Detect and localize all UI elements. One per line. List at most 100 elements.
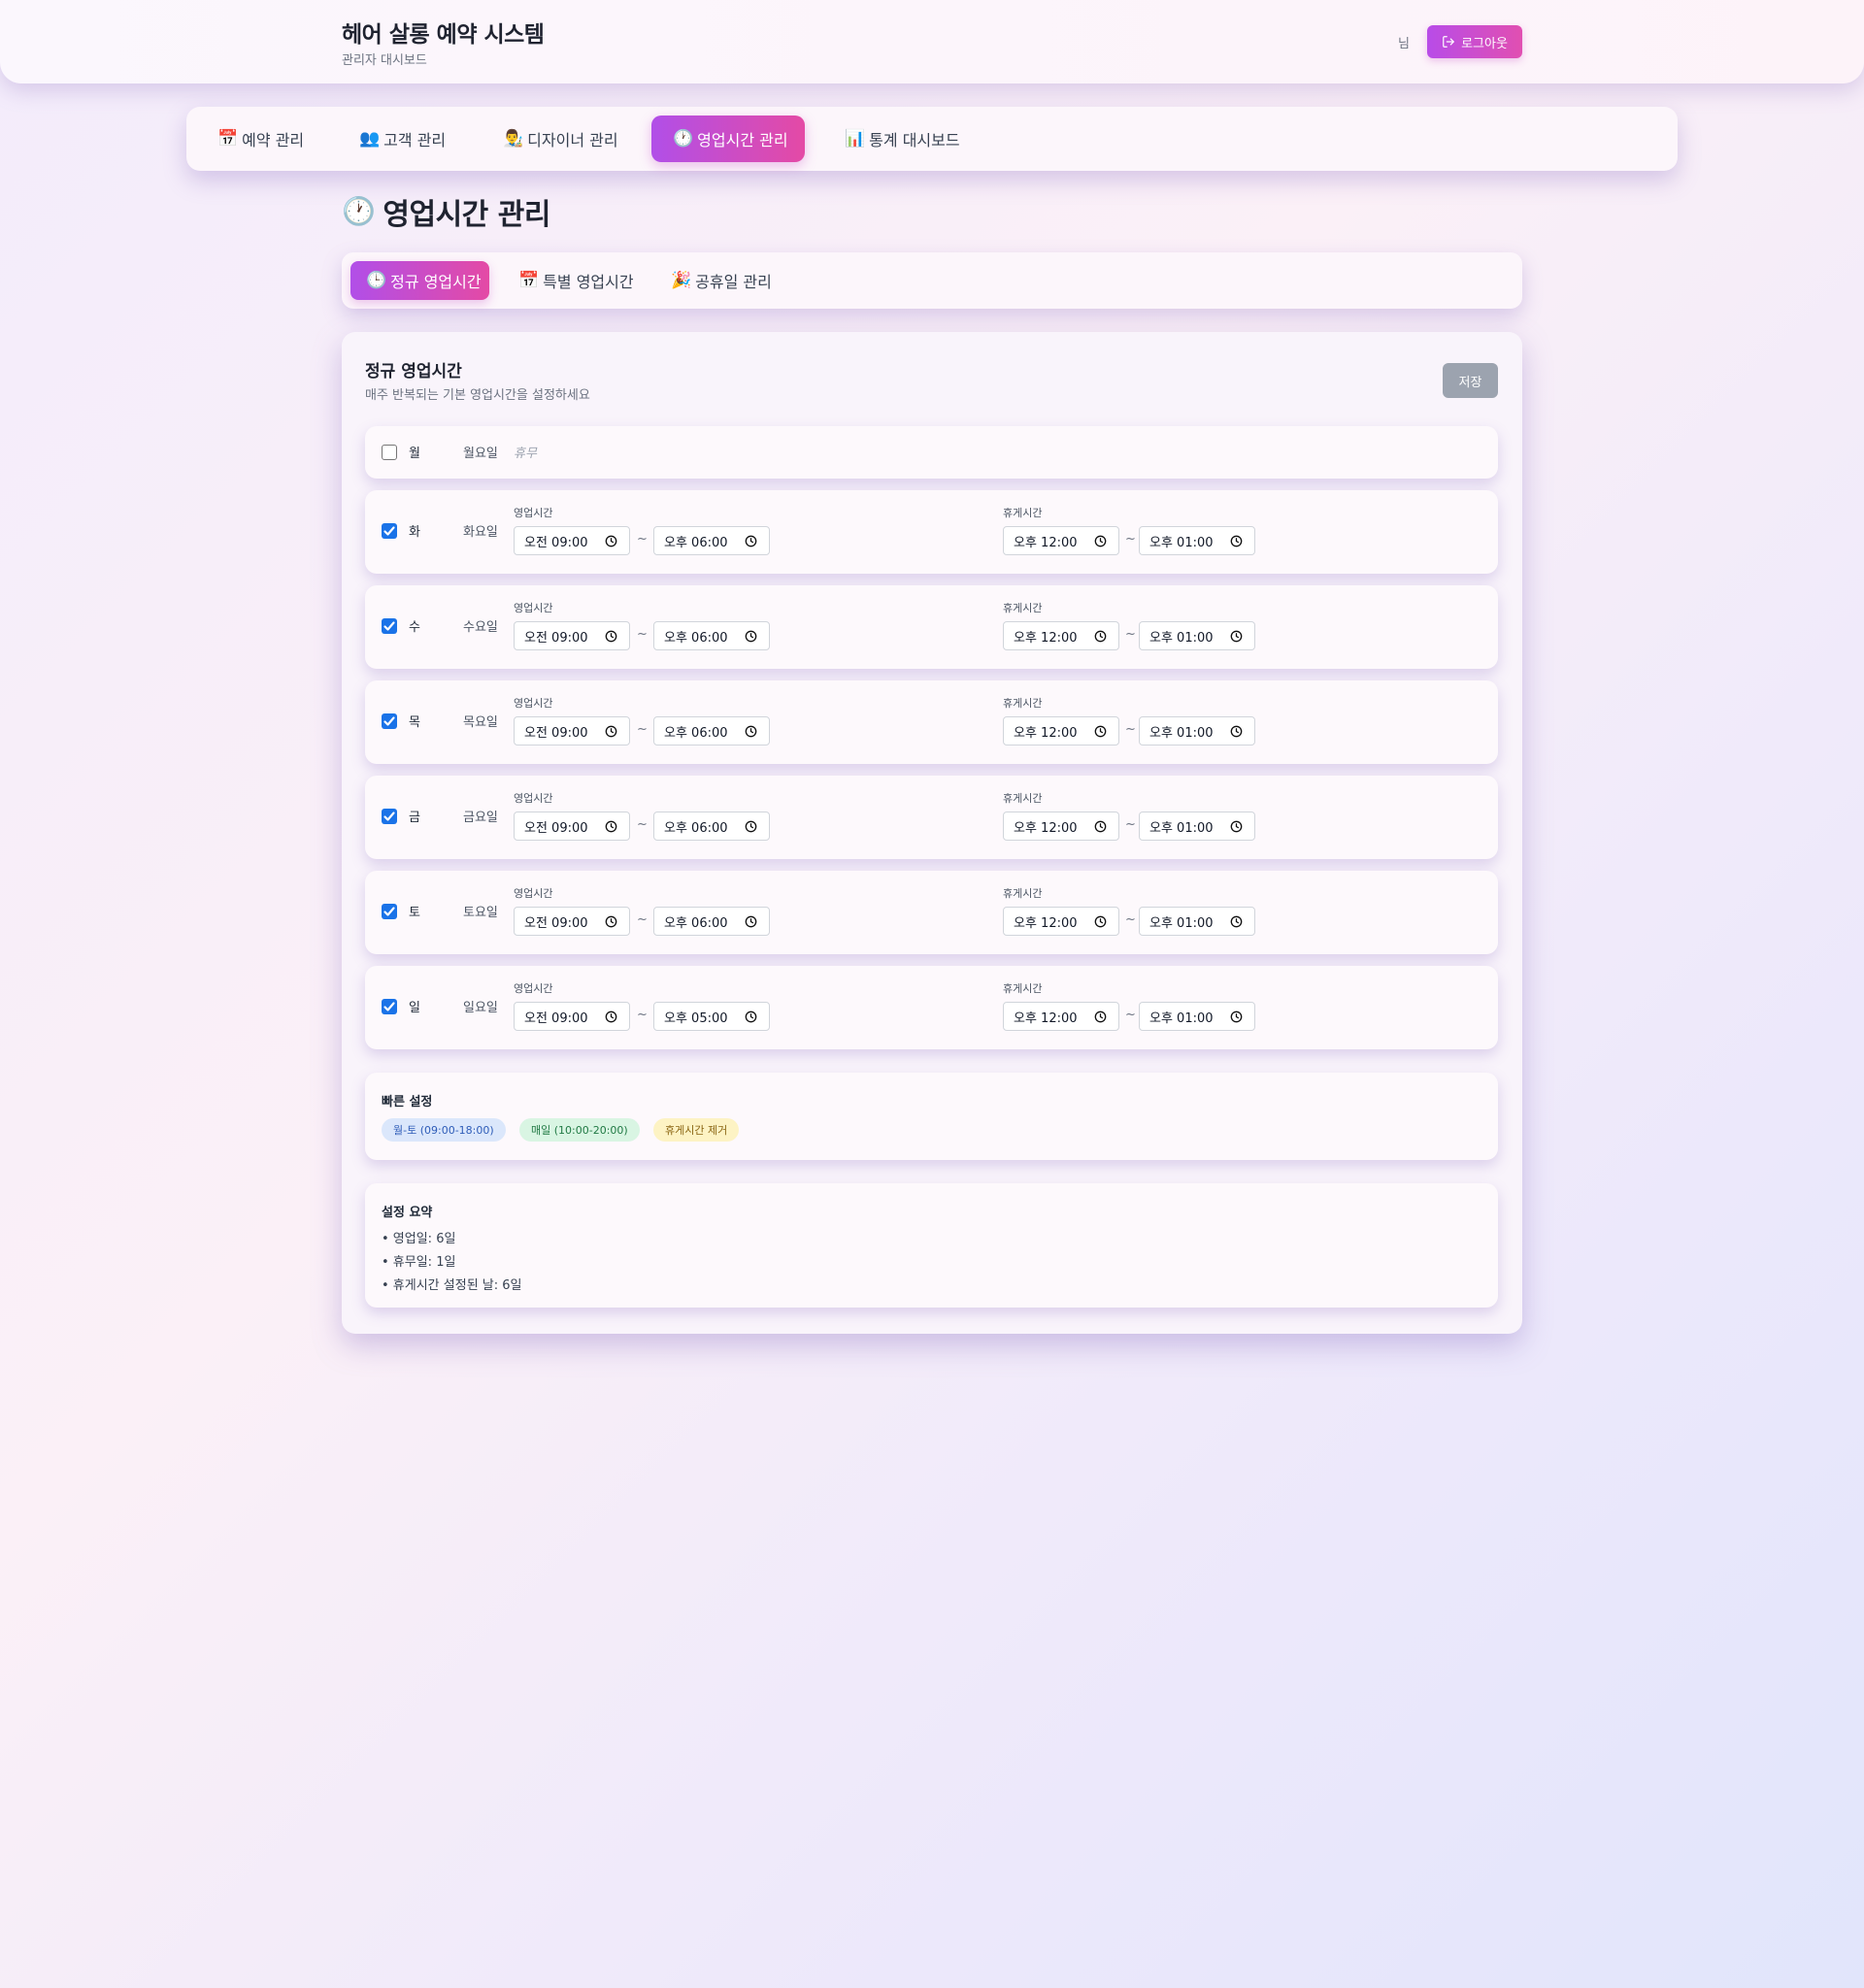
break-end-value: 오후 01:00 [1149,820,1214,836]
open-time-input[interactable]: 오전 09:00 [514,716,630,746]
day-enabled-checkbox[interactable] [382,999,397,1014]
close-time-input[interactable]: 오후 06:00 [653,907,770,936]
open-time-input[interactable]: 오전 09:00 [514,621,630,650]
break-end-input[interactable]: 오후 01:00 [1139,1002,1255,1031]
break-label: 휴게시간 [1003,887,1043,900]
calendar-icon: 📅 [518,270,540,290]
break-start-input[interactable]: 오후 12:00 [1003,1002,1119,1031]
break-start-input[interactable]: 오후 12:00 [1003,812,1119,841]
break-start-input[interactable]: 오후 12:00 [1003,621,1119,650]
close-time-value: 오후 06:00 [664,820,728,836]
close-time-input[interactable]: 오후 06:00 [653,716,770,746]
close-time-value: 오후 06:00 [664,535,728,550]
day-enabled-checkbox[interactable] [382,445,397,460]
clock-icon [1230,725,1243,738]
day-full: 일요일 [463,1001,498,1015]
clock-icon [745,535,757,547]
app-title: 헤어 살롱 예약 시스템 [342,22,545,48]
checkmark-icon [383,526,395,536]
close-time-value: 오후 06:00 [664,630,728,646]
page-title: 🕐 영업시간 관리 [342,190,550,233]
day-enabled-checkbox[interactable] [382,809,397,824]
break-start-value: 오후 12:00 [1014,820,1078,836]
break-end-input[interactable]: 오후 01:00 [1139,716,1255,746]
range-separator: ~ [1125,722,1136,737]
nav-statistics[interactable]: 📊 통계 대시보드 [823,116,982,162]
break-label: 휴게시간 [1003,792,1043,805]
nav-reservations[interactable]: 📅 예약 관리 [196,116,325,162]
tab-special-hours[interactable]: 📅 특별 영업시간 [503,261,649,300]
save-button[interactable]: 저장 [1443,363,1498,398]
preset-daily-button[interactable]: 매일 (10:00-20:00) [519,1118,640,1142]
page-title-text: 영업시간 관리 [383,198,550,232]
nav-label: 영업시간 관리 [697,131,788,149]
range-separator: ~ [1125,912,1136,927]
preset-mon-sat-button[interactable]: 월-토 (09:00-18:00) [382,1118,506,1142]
open-time-input[interactable]: 오전 09:00 [514,526,630,555]
day-row-tue: 화 화요일 영업시간 오전 09:00 ~ 오후 06:00 휴게시간 오후 1… [365,490,1498,574]
checkmark-icon [383,621,395,631]
clock-icon [745,915,757,928]
range-separator: ~ [1125,817,1136,832]
clock-icon [605,725,617,738]
close-time-input[interactable]: 오후 06:00 [653,526,770,555]
break-end-input[interactable]: 오후 01:00 [1139,812,1255,841]
day-short: 화 [409,525,420,540]
tab-regular-hours[interactable]: 🕒 정규 영업시간 [350,261,489,300]
break-start-value: 오후 12:00 [1014,535,1078,550]
break-start-input[interactable]: 오후 12:00 [1003,716,1119,746]
day-full: 목요일 [463,715,498,730]
card-title: 정규 영업시간 [365,362,462,381]
hours-label: 영업시간 [514,507,553,519]
nav-customers[interactable]: 👥 고객 관리 [338,116,467,162]
nav-label: 예약 관리 [242,131,305,149]
range-separator: ~ [637,817,648,832]
clock-icon [745,725,757,738]
hours-label: 영업시간 [514,982,553,995]
day-short: 일 [409,1001,420,1015]
hours-label: 영업시간 [514,602,553,614]
checkmark-icon [383,812,395,821]
clock-icon: 🕐 [673,128,694,149]
clock-icon [1094,630,1107,643]
break-end-input[interactable]: 오후 01:00 [1139,907,1255,936]
break-end-input[interactable]: 오후 01:00 [1139,621,1255,650]
close-time-input[interactable]: 오후 06:00 [653,812,770,841]
range-separator: ~ [637,722,648,737]
open-time-value: 오전 09:00 [524,535,588,550]
summary-title: 설정 요약 [382,1206,433,1220]
close-time-input[interactable]: 오후 06:00 [653,621,770,650]
day-enabled-checkbox[interactable] [382,713,397,729]
open-time-value: 오전 09:00 [524,725,588,741]
break-label: 휴게시간 [1003,507,1043,519]
clock-icon [1230,1011,1243,1023]
day-enabled-checkbox[interactable] [382,523,397,539]
user-greeting: 님 [1398,37,1410,51]
break-start-input[interactable]: 오후 12:00 [1003,526,1119,555]
break-end-value: 오후 01:00 [1149,535,1214,550]
open-time-value: 오전 09:00 [524,630,588,646]
nav-business-hours[interactable]: 🕐 영업시간 관리 [651,116,805,162]
summary-line: • 휴무일: 1일 [382,1255,456,1270]
day-full: 금요일 [463,811,498,825]
clock-icon [1230,820,1243,833]
close-time-input[interactable]: 오후 05:00 [653,1002,770,1031]
clock-icon: 🕐 [342,195,376,227]
remove-breaks-button[interactable]: 휴게시간 제거 [653,1118,740,1142]
open-time-input[interactable]: 오전 09:00 [514,907,630,936]
open-time-input[interactable]: 오전 09:00 [514,1002,630,1031]
close-time-value: 오후 05:00 [664,1011,728,1026]
day-enabled-checkbox[interactable] [382,904,397,919]
app-subtitle: 관리자 대시보드 [342,53,427,68]
summary-line: • 휴게시간 설정된 날: 6일 [382,1278,522,1293]
nav-designers[interactable]: 👨‍🎨 디자이너 관리 [482,116,640,162]
artist-icon: 👨‍🎨 [503,128,524,149]
regular-hours-card: 정규 영업시간 매주 반복되는 기본 영업시간을 설정하세요 저장 월 월요일 … [342,332,1522,1334]
tab-holidays[interactable]: 🎉 공휴일 관리 [655,261,787,300]
break-start-value: 오후 12:00 [1014,725,1078,741]
logout-button[interactable]: 로그아웃 [1427,25,1522,58]
open-time-input[interactable]: 오전 09:00 [514,812,630,841]
break-start-input[interactable]: 오후 12:00 [1003,907,1119,936]
break-end-input[interactable]: 오후 01:00 [1139,526,1255,555]
day-enabled-checkbox[interactable] [382,618,397,634]
